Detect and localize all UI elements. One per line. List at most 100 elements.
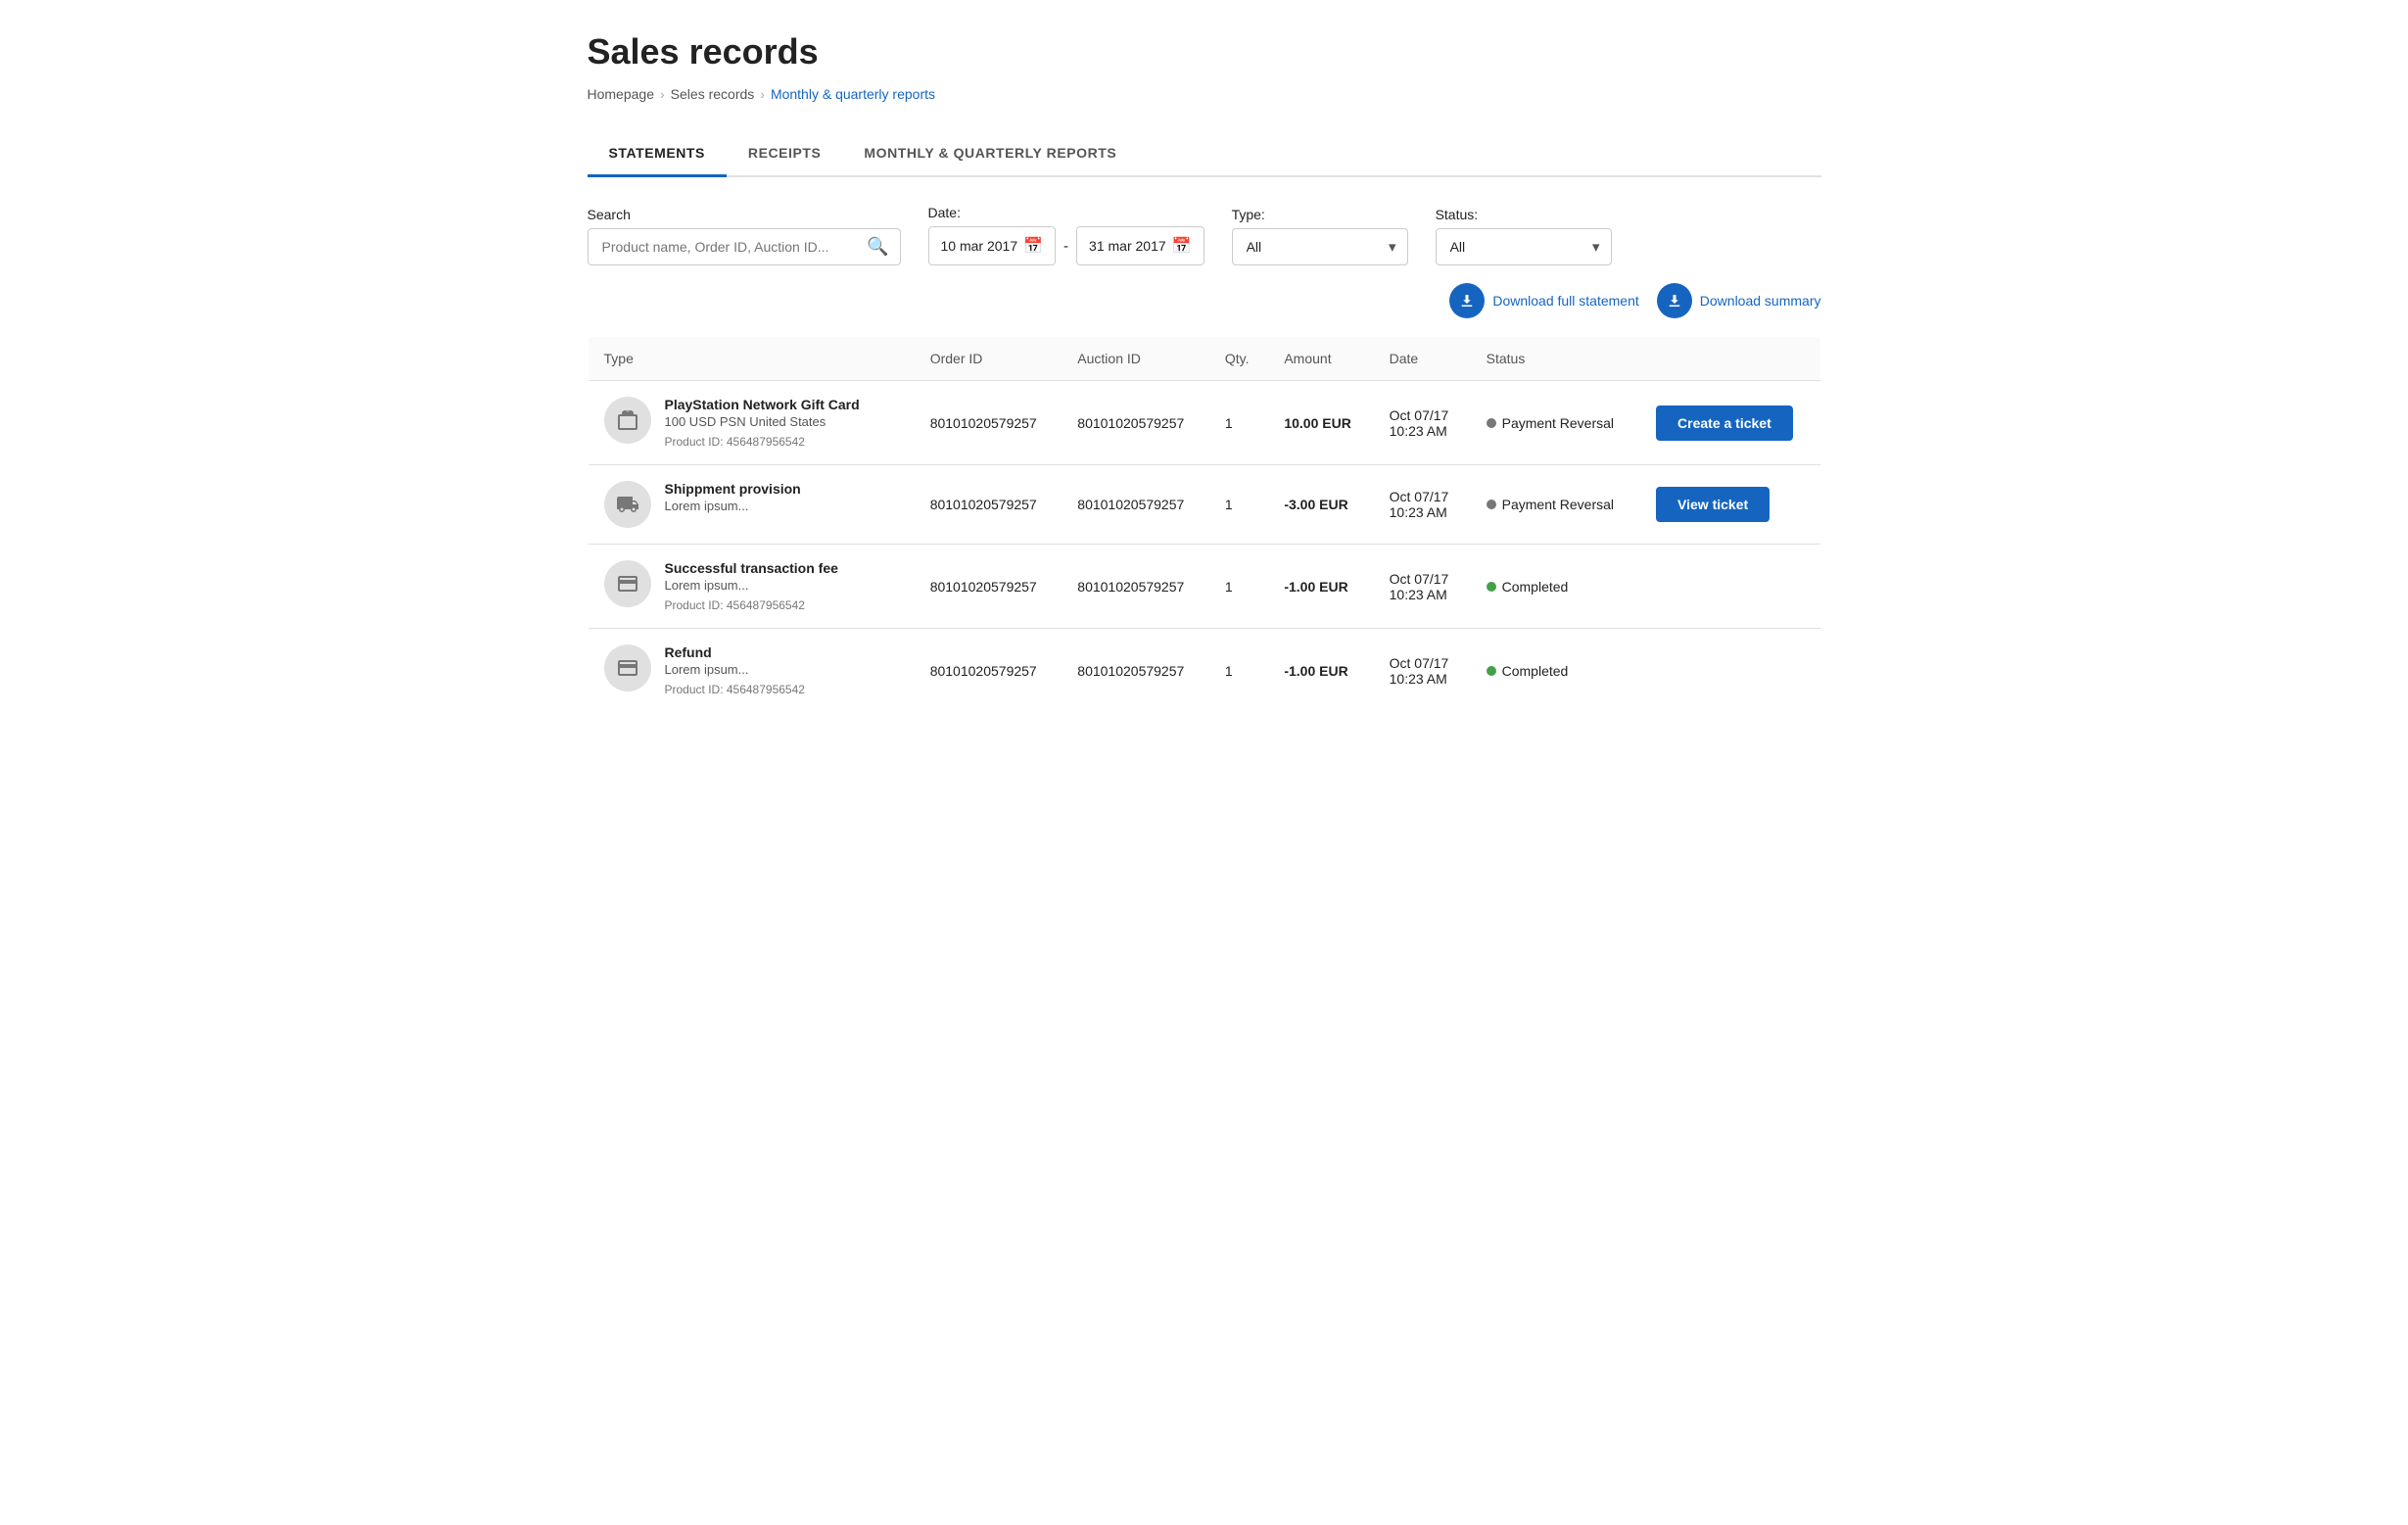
status-select-wrap: All Completed Payment Reversal Pending ▾ [1436,228,1612,265]
date-from-input[interactable]: 10 mar 2017 📅 [928,226,1057,265]
qty-3: 1 [1209,629,1268,713]
search-filter: Search 🔍 [588,207,901,265]
order-id-0: 80101020579257 [915,381,1062,465]
status-dot-2 [1487,582,1496,592]
table-header: Type Order ID Auction ID Qty. Amount Dat… [588,337,1820,381]
auction-id-3: 80101020579257 [1062,629,1209,713]
action-cell-3 [1640,629,1820,713]
status-dot-3 [1487,666,1496,676]
type-sub-3: Lorem ipsum... [665,662,805,677]
status-3: Completed [1471,629,1640,713]
auction-id-0: 80101020579257 [1062,381,1209,465]
download-summary-label: Download summary [1700,293,1821,309]
download-full-statement-button[interactable]: Download full statement [1449,283,1638,318]
col-type: Type [588,337,915,381]
product-id: Product ID: 456487956542 [665,598,838,612]
order-id-1: 80101020579257 [915,465,1062,545]
col-order-id: Order ID [915,337,1062,381]
col-amount: Amount [1268,337,1373,381]
date-1: Oct 07/1710:23 AM [1374,465,1471,545]
type-cell-3: Refund Lorem ipsum... Product ID: 456487… [588,629,915,713]
amount-3: -1.00 EUR [1268,629,1373,713]
col-date: Date [1374,337,1471,381]
page-title: Sales records [588,31,1821,72]
amount-0: 10.00 EUR [1268,381,1373,465]
status-label: Status: [1436,207,1612,222]
calendar-to-icon: 📅 [1172,236,1192,256]
col-qty: Qty. [1209,337,1268,381]
filters-row: Search 🔍 Date: 10 mar 2017 📅 - 31 mar 20… [588,205,1821,265]
table-row: Refund Lorem ipsum... Product ID: 456487… [588,629,1820,713]
status-2: Completed [1471,545,1640,629]
status-select[interactable]: All Completed Payment Reversal Pending [1436,228,1612,265]
view-ticket-button[interactable]: View ticket [1656,487,1770,522]
qty-2: 1 [1209,545,1268,629]
type-filter: Type: All Payment Refund Fee ▾ [1232,207,1408,265]
type-name-3: Refund [665,644,805,660]
search-label: Search [588,207,901,222]
breadcrumb-sales-records[interactable]: Seles records [671,86,755,102]
search-input[interactable] [588,228,901,265]
status-filter: Status: All Completed Payment Reversal P… [1436,207,1612,265]
status-0: Payment Reversal [1471,381,1640,465]
records-table: Type Order ID Auction ID Qty. Amount Dat… [588,336,1821,713]
type-sub-1: Lorem ipsum... [665,499,801,513]
type-cell-1: Shippment provision Lorem ipsum... [588,465,915,545]
tab-receipts[interactable]: RECEIPTS [727,131,843,177]
download-full-statement-icon [1449,283,1485,318]
date-0: Oct 07/1710:23 AM [1374,381,1471,465]
status-label-1: Payment Reversal [1502,497,1614,512]
action-cell-0: Create a ticket [1640,381,1820,465]
auction-id-1: 80101020579257 [1062,465,1209,545]
amount-1: -3.00 EUR [1268,465,1373,545]
type-sub-2: Lorem ipsum... [665,578,838,593]
type-icon-3 [604,644,651,691]
breadcrumb-sep-2: › [760,86,765,102]
date-range-wrap: 10 mar 2017 📅 - 31 mar 2017 📅 [928,226,1204,265]
product-id: Product ID: 456487956542 [665,683,805,696]
breadcrumb-homepage[interactable]: Homepage [588,86,655,102]
date-filter: Date: 10 mar 2017 📅 - 31 mar 2017 📅 [928,205,1204,265]
status-dot-0 [1487,418,1496,428]
type-label: Type: [1232,207,1408,222]
type-sub-0: 100 USD PSN United States [665,414,860,429]
date-label: Date: [928,205,1204,220]
table-row: Shippment provision Lorem ipsum... 80101… [588,465,1820,545]
auction-id-2: 80101020579257 [1062,545,1209,629]
breadcrumb-sep-1: › [660,86,665,102]
col-status: Status [1471,337,1640,381]
download-full-statement-label: Download full statement [1492,293,1638,309]
amount-2: -1.00 EUR [1268,545,1373,629]
order-id-2: 80101020579257 [915,545,1062,629]
date-to-input[interactable]: 31 mar 2017 📅 [1076,226,1204,265]
breadcrumb: Homepage › Seles records › Monthly & qua… [588,86,1821,102]
breadcrumb-monthly[interactable]: Monthly & quarterly reports [771,86,935,102]
type-info-3: Refund Lorem ipsum... Product ID: 456487… [665,644,805,696]
table-row: Successful transaction fee Lorem ipsum..… [588,545,1820,629]
type-select[interactable]: All Payment Refund Fee [1232,228,1408,265]
action-cell-1: View ticket [1640,465,1820,545]
type-info-0: PlayStation Network Gift Card 100 USD PS… [665,397,860,449]
col-action [1640,337,1820,381]
status-dot-1 [1487,500,1496,509]
type-info-2: Successful transaction fee Lorem ipsum..… [665,560,838,612]
search-icon: 🔍 [867,237,888,258]
date-from-value: 10 mar 2017 [941,238,1018,254]
date-3: Oct 07/1710:23 AM [1374,629,1471,713]
type-name-1: Shippment provision [665,481,801,497]
order-id-3: 80101020579257 [915,629,1062,713]
type-name-0: PlayStation Network Gift Card [665,397,860,412]
tab-statements[interactable]: STATEMENTS [588,131,727,177]
type-info-1: Shippment provision Lorem ipsum... [665,481,801,513]
search-wrap: 🔍 [588,228,901,265]
tab-monthly-quarterly[interactable]: MONTHLY & QUARTERLY REPORTS [842,131,1138,177]
type-cell-2: Successful transaction fee Lorem ipsum..… [588,545,915,629]
date-2: Oct 07/1710:23 AM [1374,545,1471,629]
date-to-value: 31 mar 2017 [1089,238,1166,254]
create-ticket-button[interactable]: Create a ticket [1656,405,1793,441]
type-icon-0 [604,397,651,444]
download-summary-button[interactable]: Download summary [1657,283,1821,318]
action-cell-2 [1640,545,1820,629]
product-id: Product ID: 456487956542 [665,435,860,449]
type-name-2: Successful transaction fee [665,560,838,576]
